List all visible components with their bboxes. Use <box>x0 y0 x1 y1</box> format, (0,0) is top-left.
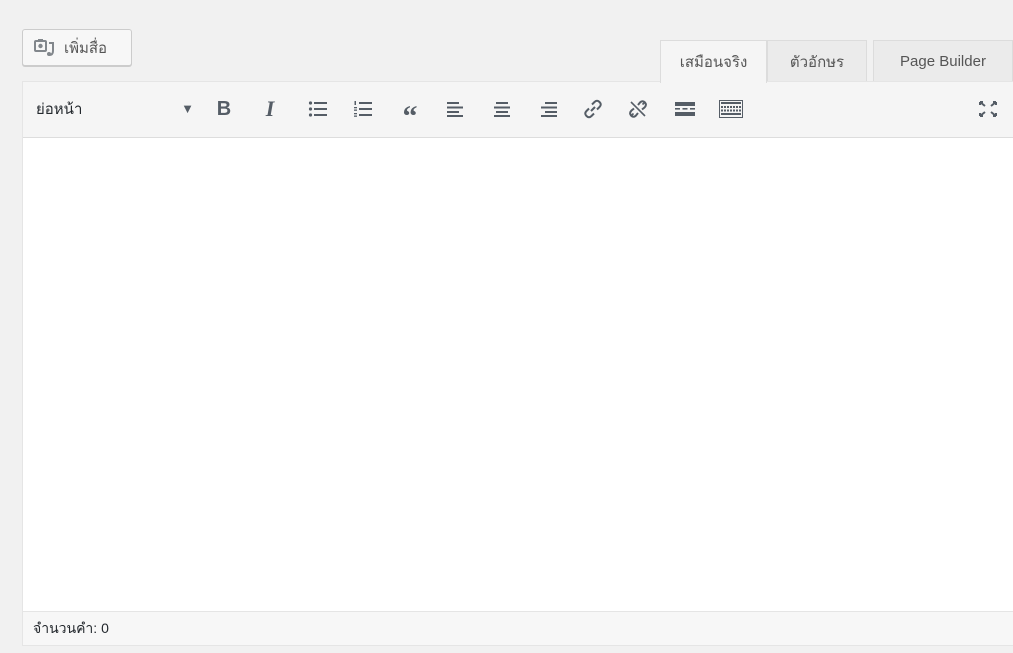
blockquote-button[interactable]: “ <box>395 94 425 132</box>
align-center-button[interactable] <box>487 94 517 124</box>
fullscreen-icon <box>979 101 997 117</box>
bold-button[interactable]: B <box>209 94 239 124</box>
numbered-list-icon <box>353 100 373 118</box>
bullet-list-button[interactable] <box>303 94 333 124</box>
tab-visual[interactable]: เสมือนจริง <box>660 40 767 83</box>
read-more-icon <box>675 102 695 116</box>
tab-text[interactable]: ตัวอักษร <box>767 40 867 82</box>
toolbar-toggle-button[interactable] <box>716 94 746 124</box>
tab-page-builder[interactable]: Page Builder <box>873 40 1013 82</box>
format-select[interactable]: ย่อหน้า ▼ <box>32 92 200 125</box>
editor-toolbar: ย่อหน้า ▼ B I “ <box>23 82 1013 138</box>
align-right-button[interactable] <box>533 94 563 124</box>
fullscreen-button[interactable] <box>973 94 1003 124</box>
word-count: จำนวนคำ: 0 <box>33 619 109 636</box>
format-select-value: ย่อหน้า <box>36 100 83 118</box>
align-center-icon <box>493 101 511 117</box>
link-icon <box>583 99 603 119</box>
keyboard-icon <box>719 100 743 118</box>
link-button[interactable] <box>578 94 608 124</box>
italic-button[interactable]: I <box>255 94 285 124</box>
unlink-icon <box>628 99 648 119</box>
align-right-icon <box>539 101 557 117</box>
add-media-icon <box>33 38 57 58</box>
align-left-button[interactable] <box>441 94 471 124</box>
editor-frame: ย่อหน้า ▼ B I “ จำนวนคำ: 0 <box>22 81 1013 646</box>
add-media-label: เพิ่มสื่อ <box>64 39 108 57</box>
editor-content-area[interactable] <box>23 138 1013 613</box>
bullet-list-icon <box>308 100 328 118</box>
editor-statusbar: จำนวนคำ: 0 <box>23 611 1013 645</box>
read-more-button[interactable] <box>670 94 700 124</box>
add-media-button[interactable]: เพิ่มสื่อ <box>22 29 132 66</box>
chevron-down-icon: ▼ <box>181 101 194 116</box>
editor-wrap: เพิ่มสื่อ เสมือนจริง ตัวอักษร Page Build… <box>0 0 1013 653</box>
numbered-list-button[interactable] <box>348 94 378 124</box>
unlink-button[interactable] <box>623 94 653 124</box>
align-left-icon <box>447 101 465 117</box>
